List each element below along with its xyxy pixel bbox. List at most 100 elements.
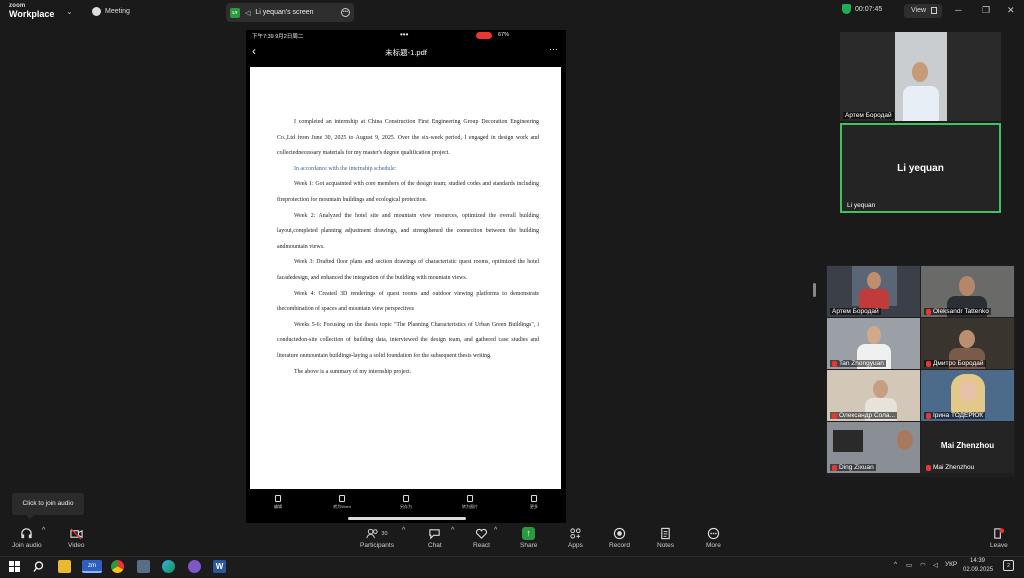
speaker-icon: ◁ [245,9,251,17]
more-label: More [706,542,721,549]
panel-resize-handle[interactable] [813,283,816,297]
chrome-icon[interactable] [111,560,124,573]
meeting-controls: Join audio ^ Video 30 Participants ^ Cha… [0,525,1024,555]
participant-name: Mai Zhenzhou [924,464,976,471]
tray-overflow-icon[interactable]: ^ [894,561,897,568]
zoom-logo: Workplace [9,9,55,19]
pdf-to-image-button[interactable]: 转为图片 [438,492,502,516]
record-icon [613,527,626,540]
participant-name: Артем Бородай [843,112,894,119]
react-button[interactable]: React [473,525,490,549]
video-tile-active-speaker[interactable]: Li yequan Li yequan [840,123,1001,213]
view-label: View [911,7,927,14]
word-icon [339,495,345,502]
toolbar-label: 另存为 [400,504,412,509]
chat-button[interactable]: Chat [428,525,442,549]
video-tile[interactable]: Дмитро Бородай [921,318,1014,369]
viber-icon[interactable] [188,560,201,573]
search-icon[interactable] [33,560,46,573]
clock-time[interactable]: 14:39 [970,558,985,564]
pdf-to-word-button[interactable]: 转为Word [310,492,374,516]
close-icon[interactable]: ✕ [1007,5,1015,16]
restore-icon[interactable]: ❐ [982,5,990,16]
more-icon[interactable]: ··· [549,44,558,54]
windows-start-icon[interactable] [8,560,21,573]
participant-display-name: Mai Zhenzhou [940,441,995,450]
view-button[interactable]: View [904,4,942,18]
wifi-icon[interactable]: ◠ [920,561,926,569]
participants-count: 30 [381,530,388,537]
volume-icon[interactable]: ◁ [933,561,938,569]
grid-icon [931,7,937,14]
mic-muted-icon [926,464,931,471]
notes-label: Notes [657,542,674,549]
more-button[interactable]: More [706,525,721,549]
word-app-icon[interactable]: W [213,560,226,573]
video-tile[interactable]: Tan Zhongyuan [827,318,920,369]
shield-icon [842,4,851,14]
network-icon[interactable]: ▭ [906,561,912,569]
participant-name: Ding Zixuan [830,464,876,471]
audio-options-caret[interactable]: ^ [42,527,45,534]
edge-icon[interactable] [162,560,175,573]
pdf-edit-button[interactable]: 编辑 [246,492,310,516]
doc-paragraph: In accordance with the internship schedu… [294,165,397,172]
participants-button[interactable]: 30 Participants [360,525,394,549]
video-tile[interactable]: Ding Zixuan [827,422,920,473]
react-caret[interactable]: ^ [494,527,497,534]
toolbar-label: 编辑 [274,504,282,509]
more-dots-icon [707,527,720,540]
leave-icon [994,528,1005,539]
join-audio-button[interactable]: Join audio [12,525,42,549]
gallery-view: Артем Бородай Oleksandr Tattenko Tan Zho… [826,265,1015,477]
video-tile[interactable]: Ірина ТОДЕРЮК [921,370,1014,421]
pdf-toolbar: 编辑 转为Word 另存为 转为图片 更多 [246,492,566,516]
participant-video [895,32,947,121]
record-label: Record [609,542,630,549]
video-tile[interactable]: Mai Zhenzhou Mai Zhenzhou [921,422,1014,473]
calculator-icon[interactable] [137,560,150,573]
heart-icon [475,528,488,539]
participant-name: Артем Бородай [830,308,881,315]
mic-muted-icon [926,360,931,367]
mic-muted-icon [926,412,931,419]
more-options-icon[interactable]: ••• [341,8,350,17]
recording-indicator [476,32,492,39]
chat-label: Chat [428,542,442,549]
participant-name: Li yequan [847,202,876,209]
share-button[interactable]: ↑ Share [520,525,537,549]
video-tile[interactable]: Oleksandr Tattenko [921,266,1014,317]
video-tile[interactable]: Артем Бородай [827,266,920,317]
file-explorer-icon[interactable] [58,560,71,573]
edit-icon [275,495,281,502]
share-screen-tab[interactable]: LY ◁ Li yequan's screen ••• [226,3,354,22]
minimize-icon[interactable]: ─ [955,5,961,15]
video-tile[interactable]: Олександр Сола... [827,370,920,421]
meeting-timer: 00:07:45 [842,4,882,14]
clock-date[interactable]: 02.09.2025 [963,567,993,573]
video-off-icon [70,528,83,540]
participant-name: Oleksandr Tattenko [924,308,991,315]
chevron-down-icon[interactable]: ⌄ [66,7,73,16]
sharer-avatar: LY [230,7,240,18]
video-tile[interactable]: Артем Бородай [840,32,1001,121]
phone-status-bar: 下午7:39 9月2日周二 ••• 67% [246,30,566,42]
record-button[interactable]: Record [609,525,630,549]
language-indicator[interactable]: УКР [945,561,957,568]
zoom-app-icon[interactable]: zm [82,560,102,573]
pdf-header: ‹ 未标题-1.pdf ··· [246,42,566,64]
participants-caret[interactable]: ^ [402,527,405,534]
pdf-more-button[interactable]: 更多 [502,492,566,516]
notifications-icon[interactable]: 2 [1003,560,1014,571]
pdf-save-as-button[interactable]: 另存为 [374,492,438,516]
pdf-title: 未标题-1.pdf [385,48,427,57]
notes-button[interactable]: Notes [657,525,674,549]
chat-caret[interactable]: ^ [451,527,454,534]
shared-screen: 下午7:39 9月2日周二 ••• 67% ‹ 未标题-1.pdf ··· I … [246,30,566,523]
meeting-menu-button[interactable]: Meeting [92,7,130,16]
video-button[interactable]: Video [68,525,85,549]
toolbar-label: 转为图片 [462,504,478,509]
video-label: Video [68,542,85,549]
leave-button[interactable]: Leave [990,525,1008,549]
apps-button[interactable]: Apps [568,525,583,549]
